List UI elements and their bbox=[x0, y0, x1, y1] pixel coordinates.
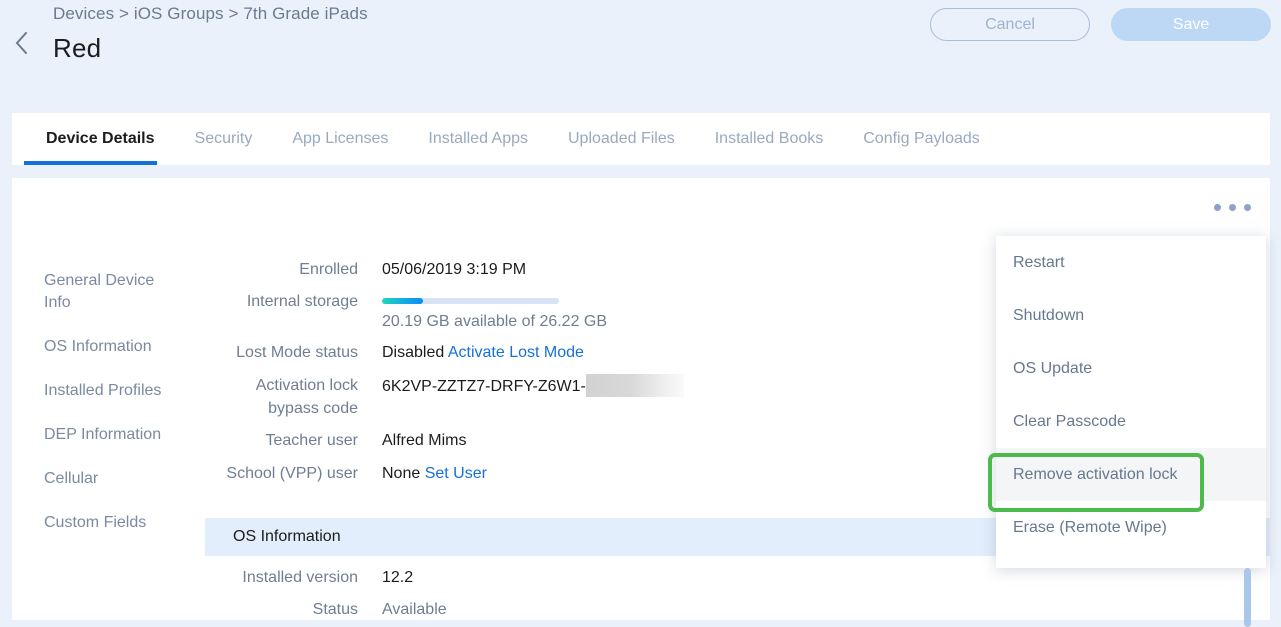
tab-config-payloads[interactable]: Config Payloads bbox=[843, 113, 1000, 165]
field-value: 6K2VP-ZZTZ7-DRFY-Z6W1- bbox=[382, 374, 684, 420]
field-value: Available bbox=[382, 601, 447, 618]
menu-item-remove-activation-lock[interactable]: Remove activation lock bbox=[996, 448, 1266, 501]
field-value: Disabled Activate Lost Mode bbox=[382, 341, 584, 364]
field-label: Activation lock bypass code bbox=[255, 377, 358, 417]
tab-app-licenses[interactable]: App Licenses bbox=[272, 113, 408, 165]
sidebar-item-cellular[interactable]: Cellular bbox=[44, 468, 184, 490]
field-value: Alfred Mims bbox=[382, 432, 467, 449]
sidebar-item-custom-fields[interactable]: Custom Fields bbox=[44, 512, 184, 534]
ellipsis-dot-icon bbox=[1214, 204, 1221, 211]
back-button[interactable] bbox=[8, 28, 34, 58]
storage-summary-text: 20.19 GB available of 26.22 GB bbox=[382, 313, 608, 330]
set-user-link[interactable]: Set User bbox=[425, 465, 487, 482]
school-user-value: None bbox=[382, 465, 421, 482]
storage-progress-fill bbox=[382, 298, 423, 304]
field-label: School (VPP) user bbox=[226, 465, 358, 482]
cancel-button[interactable]: Cancel bbox=[930, 8, 1090, 41]
menu-item-shutdown[interactable]: Shutdown bbox=[996, 289, 1266, 342]
redacted-block bbox=[585, 374, 684, 397]
chevron-left-icon bbox=[15, 32, 27, 54]
breadcrumb[interactable]: Devices > iOS Groups > 7th Grade iPads bbox=[53, 4, 368, 24]
ellipsis-dot-icon bbox=[1244, 204, 1251, 211]
tab-security[interactable]: Security bbox=[175, 113, 273, 165]
vertical-scrollbar-thumb[interactable] bbox=[1244, 568, 1251, 627]
menu-item-os-update[interactable]: OS Update bbox=[996, 342, 1266, 395]
sidebar-item-installed-profiles[interactable]: Installed Profiles bbox=[44, 380, 184, 402]
field-value: 12.2 bbox=[382, 569, 414, 586]
field-label: Internal storage bbox=[246, 293, 358, 310]
save-button[interactable]: Save bbox=[1111, 8, 1271, 41]
field-value: None Set User bbox=[382, 462, 487, 485]
device-actions-menu: Restart Shutdown OS Update Clear Passcode Re… bbox=[996, 236, 1266, 568]
tab-installed-apps[interactable]: Installed Apps bbox=[408, 113, 548, 165]
tab-device-details[interactable]: Device Details bbox=[26, 113, 175, 165]
os-information-field-list: Installed version 12.2 Status Available bbox=[192, 566, 892, 627]
activate-lost-mode-link[interactable]: Activate Lost Mode bbox=[448, 344, 584, 361]
activation-lock-code: 6K2VP-ZZTZ7-DRFY-Z6W1- bbox=[382, 378, 586, 395]
sidebar-item-dep-information[interactable]: DEP Information bbox=[44, 424, 184, 446]
field-label: Lost Mode status bbox=[236, 344, 358, 361]
tab-installed-books[interactable]: Installed Books bbox=[695, 113, 844, 165]
menu-item-restart[interactable]: Restart bbox=[996, 236, 1266, 289]
ellipsis-menu-button[interactable] bbox=[1214, 204, 1251, 211]
ellipsis-dot-icon bbox=[1229, 204, 1236, 211]
tab-uploaded-files[interactable]: Uploaded Files bbox=[548, 113, 695, 165]
menu-item-clear-passcode[interactable]: Clear Passcode bbox=[996, 395, 1266, 448]
menu-item-erase-remote-wipe-[interactable]: Erase (Remote Wipe) bbox=[996, 501, 1266, 554]
field-label: Enrolled bbox=[299, 261, 358, 278]
field-value: 05/06/2019 3:19 PM bbox=[382, 261, 527, 278]
field-label: Teacher user bbox=[265, 432, 359, 449]
sidebar-item-os-information[interactable]: OS Information bbox=[44, 336, 184, 358]
page-title: Red bbox=[53, 33, 102, 63]
field-row-status: Status Available bbox=[192, 598, 892, 621]
field-label: Installed version bbox=[242, 569, 358, 586]
field-row-installed-version: Installed version 12.2 bbox=[192, 566, 892, 589]
section-nav: General Device Info OS Information Install… bbox=[44, 270, 184, 556]
field-label: Status bbox=[312, 601, 358, 618]
tab-bar: Device Details Security App Licenses Instal… bbox=[12, 113, 1270, 165]
storage-progress-bar bbox=[382, 298, 559, 304]
active-tab-underline bbox=[24, 161, 157, 165]
lost-mode-status: Disabled bbox=[382, 344, 445, 361]
sidebar-item-general-device-info[interactable]: General Device Info bbox=[44, 270, 184, 314]
